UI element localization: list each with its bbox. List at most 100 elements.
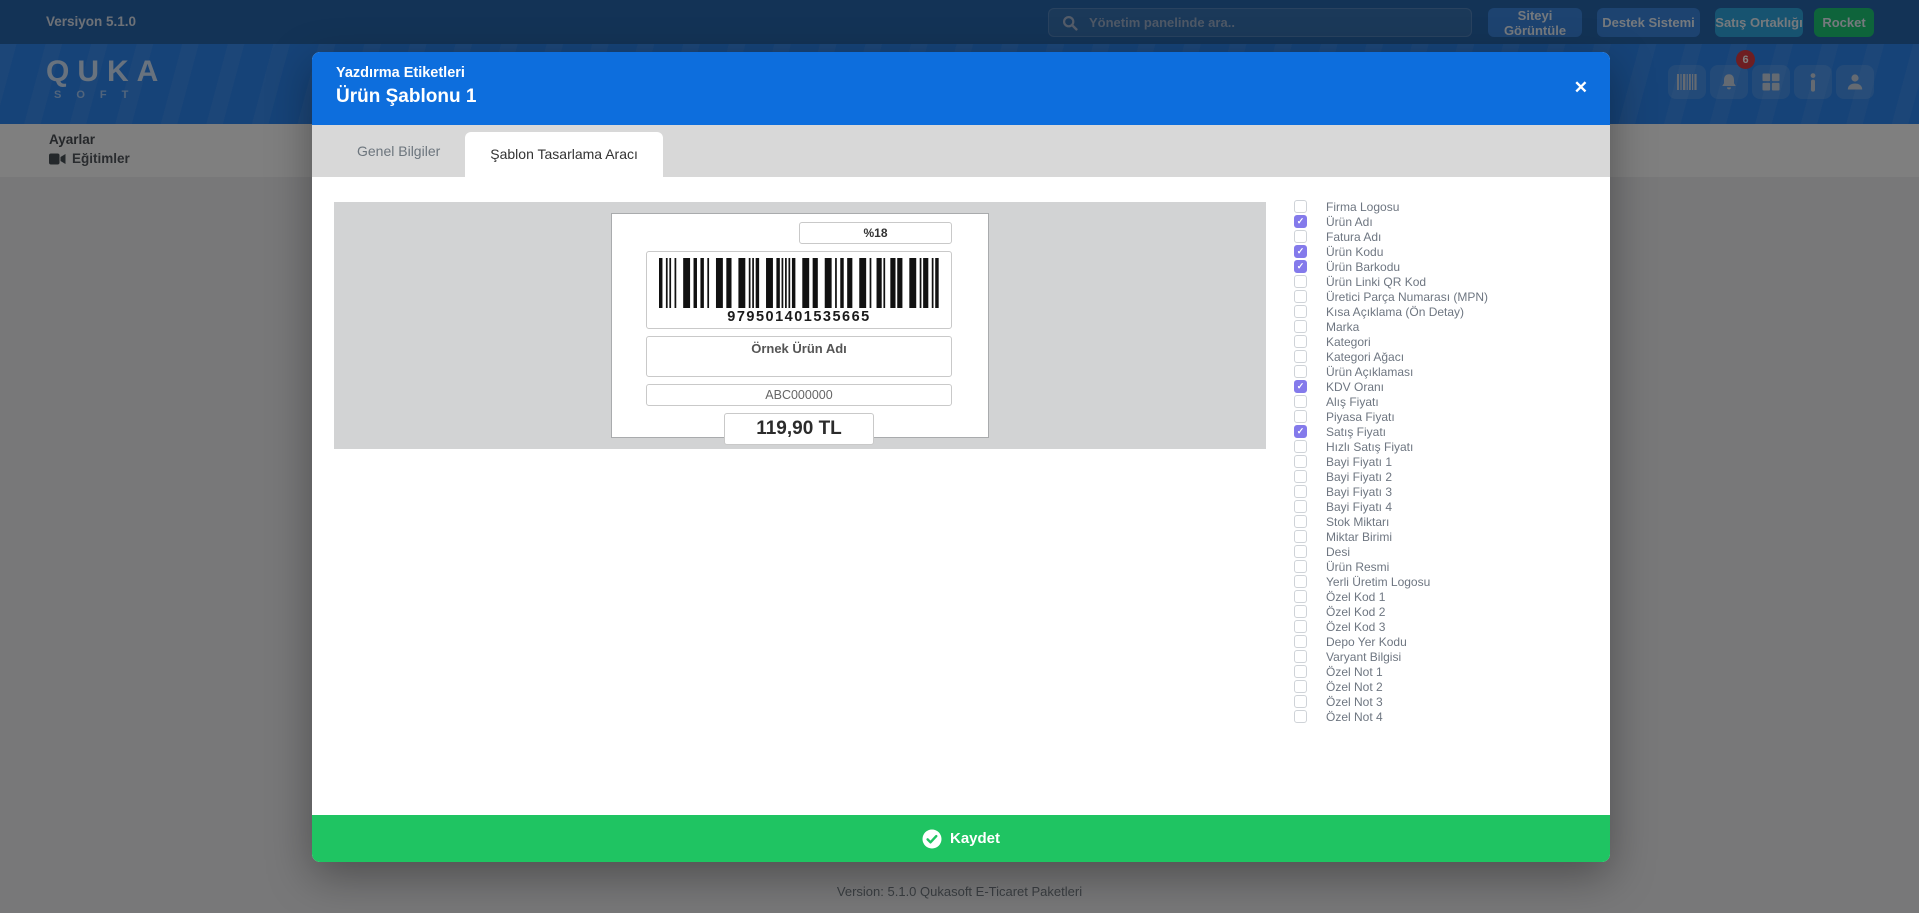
field-row[interactable]: Bayi Fiyatı 3 (1294, 484, 1488, 499)
field-row[interactable]: Stok Miktarı (1294, 514, 1488, 529)
field-row[interactable]: Ürün Resmi (1294, 559, 1488, 574)
field-checkbox[interactable]: ✓ (1294, 245, 1307, 258)
field-label: Depo Yer Kodu (1326, 635, 1407, 649)
field-checkbox[interactable] (1294, 395, 1307, 408)
field-row[interactable]: Üretici Parça Numarası (MPN) (1294, 289, 1488, 304)
field-checkbox[interactable]: ✓ (1294, 215, 1307, 228)
field-checkbox[interactable] (1294, 305, 1307, 318)
field-row[interactable]: ✓KDV Oranı (1294, 379, 1488, 394)
field-checkbox[interactable] (1294, 440, 1307, 453)
field-label: Özel Not 4 (1326, 710, 1383, 724)
field-row[interactable]: Özel Kod 3 (1294, 619, 1488, 634)
field-checkbox[interactable] (1294, 545, 1307, 558)
label-card: %18 979501401535665 Örnek Ürün Adı ABC00… (611, 213, 989, 438)
field-label: Hızlı Satış Fiyatı (1326, 440, 1413, 454)
field-row[interactable]: Piyasa Fiyatı (1294, 409, 1488, 424)
field-checkbox[interactable] (1294, 575, 1307, 588)
field-row[interactable]: Desi (1294, 544, 1488, 559)
field-checkbox[interactable] (1294, 275, 1307, 288)
field-row[interactable]: Alış Fiyatı (1294, 394, 1488, 409)
field-checkbox[interactable] (1294, 665, 1307, 678)
field-row[interactable]: Hızlı Satış Fiyatı (1294, 439, 1488, 454)
page: Versiyon 5.1.0 Siteyi Görüntüle Destek S… (0, 0, 1919, 913)
close-icon[interactable]: ✕ (1574, 79, 1588, 96)
field-label: Bayi Fiyatı 4 (1326, 500, 1392, 514)
field-label: Kategori Ağacı (1326, 350, 1404, 364)
field-row[interactable]: Bayi Fiyatı 2 (1294, 469, 1488, 484)
field-label: Ürün Kodu (1326, 245, 1383, 259)
field-row[interactable]: Bayi Fiyatı 1 (1294, 454, 1488, 469)
field-checkbox[interactable] (1294, 410, 1307, 423)
field-row[interactable]: Kısa Açıklama (Ön Detay) (1294, 304, 1488, 319)
field-row[interactable]: Özel Not 3 (1294, 694, 1488, 709)
field-checkbox[interactable] (1294, 200, 1307, 213)
field-checkbox[interactable] (1294, 230, 1307, 243)
field-row[interactable]: Özel Not 4 (1294, 709, 1488, 724)
field-checkbox[interactable] (1294, 635, 1307, 648)
tab-template-designer[interactable]: Şablon Tasarlama Aracı (465, 132, 663, 177)
field-checkbox[interactable] (1294, 590, 1307, 603)
field-label: Üretici Parça Numarası (MPN) (1326, 290, 1488, 304)
field-checkbox[interactable]: ✓ (1294, 380, 1307, 393)
field-row[interactable]: Kategori (1294, 334, 1488, 349)
field-checkbox[interactable] (1294, 620, 1307, 633)
field-checkbox[interactable] (1294, 680, 1307, 693)
field-row[interactable]: Yerli Üretim Logosu (1294, 574, 1488, 589)
field-checkbox[interactable] (1294, 335, 1307, 348)
modal-title: Yazdırma Etiketleri (336, 65, 1586, 81)
vat-rate-box[interactable]: %18 (799, 222, 952, 244)
modal-header: Yazdırma Etiketleri Ürün Şablonu 1 ✕ (312, 52, 1610, 125)
field-row[interactable]: Ürün Açıklaması (1294, 364, 1488, 379)
field-row[interactable]: Özel Kod 2 (1294, 604, 1488, 619)
field-checkbox[interactable]: ✓ (1294, 260, 1307, 273)
product-name-box[interactable]: Örnek Ürün Adı (646, 336, 952, 377)
field-checkbox[interactable] (1294, 470, 1307, 483)
field-row[interactable]: Ürün Linki QR Kod (1294, 274, 1488, 289)
field-label: Özel Kod 1 (1326, 590, 1385, 604)
field-label: Ürün Barkodu (1326, 260, 1400, 274)
tab-general-info[interactable]: Genel Bilgiler (332, 125, 465, 177)
field-checkbox[interactable] (1294, 530, 1307, 543)
product-code-box[interactable]: ABC000000 (646, 384, 952, 406)
label-preview-canvas: %18 979501401535665 Örnek Ürün Adı ABC00… (334, 202, 1266, 449)
field-row[interactable]: Firma Logosu (1294, 199, 1488, 214)
field-row[interactable]: Bayi Fiyatı 4 (1294, 499, 1488, 514)
field-label: Kısa Açıklama (Ön Detay) (1326, 305, 1464, 319)
field-row[interactable]: ✓Satış Fiyatı (1294, 424, 1488, 439)
field-label: Ürün Linki QR Kod (1326, 275, 1426, 289)
field-checkbox[interactable] (1294, 455, 1307, 468)
field-checkbox[interactable] (1294, 500, 1307, 513)
field-checkbox[interactable] (1294, 650, 1307, 663)
field-row[interactable]: ✓Ürün Adı (1294, 214, 1488, 229)
field-label: Piyasa Fiyatı (1326, 410, 1395, 424)
field-checkbox[interactable] (1294, 350, 1307, 363)
field-row[interactable]: Varyant Bilgisi (1294, 649, 1488, 664)
field-row[interactable]: Miktar Birimi (1294, 529, 1488, 544)
field-label: Fatura Adı (1326, 230, 1381, 244)
barcode-box[interactable]: 979501401535665 (646, 251, 952, 329)
save-button[interactable]: Kaydet (312, 815, 1610, 862)
modal-subtitle: Ürün Şablonu 1 (336, 86, 1586, 108)
field-row[interactable]: Fatura Adı (1294, 229, 1488, 244)
field-row[interactable]: Özel Not 2 (1294, 679, 1488, 694)
field-checkbox[interactable]: ✓ (1294, 425, 1307, 438)
field-checkbox[interactable] (1294, 515, 1307, 528)
field-checkbox[interactable] (1294, 365, 1307, 378)
field-row[interactable]: ✓ Ürün Kodu (1294, 244, 1488, 259)
field-row[interactable]: Marka (1294, 319, 1488, 334)
price-box[interactable]: 119,90 TL (724, 413, 874, 445)
field-row[interactable]: Depo Yer Kodu (1294, 634, 1488, 649)
field-row[interactable]: Özel Kod 1 (1294, 589, 1488, 604)
field-label: Özel Kod 3 (1326, 620, 1385, 634)
field-row[interactable]: Kategori Ağacı (1294, 349, 1488, 364)
field-checkbox[interactable] (1294, 560, 1307, 573)
field-row[interactable]: Özel Not 1 (1294, 664, 1488, 679)
field-checkbox[interactable] (1294, 605, 1307, 618)
field-row[interactable]: ✓ Ürün Barkodu (1294, 259, 1488, 274)
field-checkbox[interactable] (1294, 290, 1307, 303)
field-checkbox[interactable] (1294, 710, 1307, 723)
field-checkbox[interactable] (1294, 320, 1307, 333)
field-label: Ürün Açıklaması (1326, 365, 1413, 379)
field-checkbox[interactable] (1294, 695, 1307, 708)
field-checkbox[interactable] (1294, 485, 1307, 498)
